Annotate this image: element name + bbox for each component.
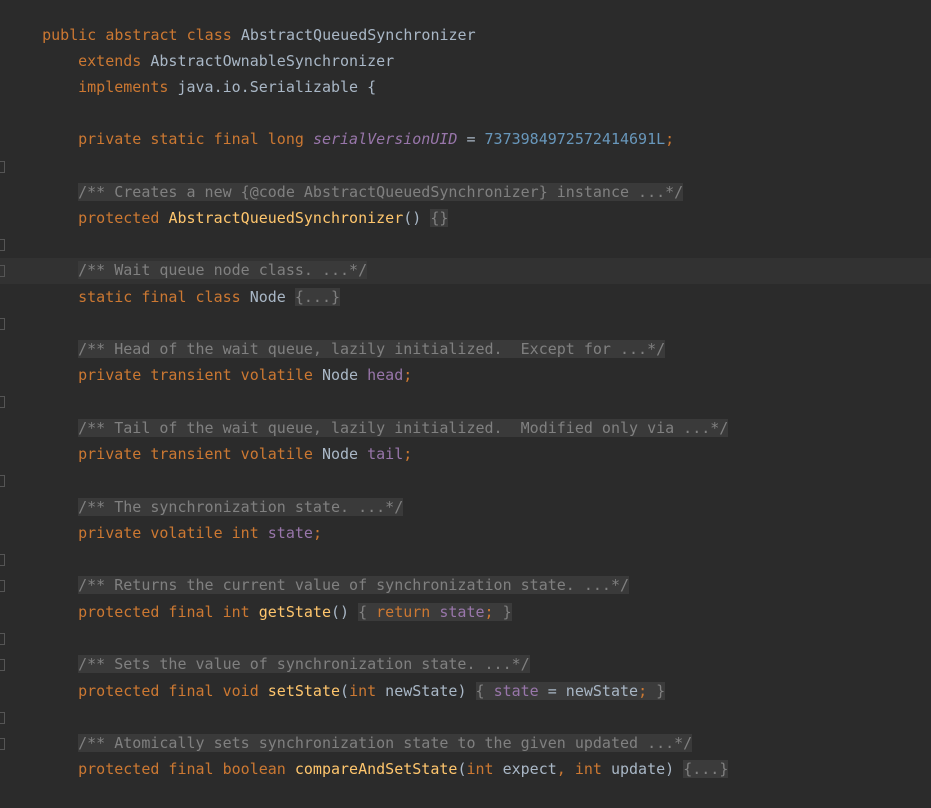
paren-close: ) [665, 760, 684, 778]
code-line-comment[interactable]: /** Head of the wait queue, lazily initi… [42, 310, 666, 358]
code-line-implements[interactable]: implements java.io.Serializable { [42, 48, 376, 96]
keyword: private volatile int [78, 524, 259, 542]
fold-marker-icon[interactable] [0, 318, 5, 330]
class-name: Node [249, 288, 286, 306]
fold-marker-icon[interactable] [0, 633, 5, 645]
method-name: getState [258, 603, 331, 621]
field-name: serialVersionUID [312, 130, 458, 148]
code-line-comment[interactable]: /** Creates a new {@code AbstractQueuedS… [42, 153, 684, 201]
semicolon: ; [665, 130, 675, 148]
fold-marker-icon[interactable] [0, 161, 5, 173]
semicolon: ; [484, 603, 494, 621]
code-line-comment[interactable]: /** The synchronization state. ...*/ [42, 468, 404, 516]
field-name: state [493, 682, 539, 700]
code-line-head-field[interactable]: private transient volatile Node head; [42, 336, 412, 384]
fold-marker-icon[interactable] [0, 554, 5, 566]
code-line-extends[interactable]: extends AbstractOwnableSynchronizer [42, 22, 394, 70]
field-name: state [267, 524, 313, 542]
semicolon: ; [403, 366, 413, 384]
fold-marker-icon[interactable] [0, 239, 5, 251]
code-line-comment[interactable]: /** Atomically sets synchronization stat… [42, 704, 693, 752]
code-line-comment[interactable]: /** Sets the value of synchronization st… [42, 625, 530, 673]
code-line-get-state[interactable]: protected final int getState() { return … [42, 573, 512, 621]
semicolon: ; [403, 445, 413, 463]
semicolon: ; [312, 524, 322, 542]
code-line-class-declaration[interactable]: public abstract class AbstractQueuedSync… [6, 0, 476, 44]
param-name: newState [376, 682, 458, 700]
code-line-constructor[interactable]: protected AbstractQueuedSynchronizer() {… [42, 179, 449, 227]
code-line-comment[interactable]: /** Wait queue node class. ...*/ [42, 231, 368, 279]
keyword: private static final long [78, 130, 304, 148]
fold-marker-icon[interactable] [0, 475, 5, 487]
folded-body[interactable]: { return state; } [358, 603, 512, 621]
folded-body[interactable]: {...} [683, 760, 729, 778]
param-type: int [349, 682, 377, 700]
fold-marker-icon[interactable] [0, 580, 5, 592]
brace-open: { [358, 603, 377, 621]
code-line-comment[interactable]: /** Tail of the wait queue, lazily initi… [42, 389, 729, 437]
semicolon: ; [638, 682, 648, 700]
method-name: AbstractQueuedSynchronizer [168, 209, 404, 227]
keyword: protected final int [78, 603, 250, 621]
fold-marker-icon[interactable] [0, 396, 5, 408]
folded-body[interactable]: {} [430, 209, 449, 227]
keyword: static final class [78, 288, 241, 306]
paren-open: ( [340, 682, 350, 700]
method-name: compareAndSetState [294, 760, 458, 778]
fold-marker-icon[interactable] [0, 659, 5, 671]
folded-body[interactable]: {...} [294, 288, 341, 306]
operator: = [457, 130, 485, 148]
keyword: protected final void [78, 682, 259, 700]
field-name: tail [367, 445, 404, 463]
keyword: private transient volatile [78, 366, 313, 384]
param-name: update [601, 760, 666, 778]
folded-body[interactable]: { state = newState; } [475, 682, 666, 700]
keyword: implements [78, 78, 169, 96]
param-type: int [466, 760, 494, 778]
keyword: protected [78, 209, 160, 227]
code-line-set-state[interactable]: protected final void setState(int newSta… [42, 652, 666, 700]
fold-marker-icon[interactable] [0, 265, 5, 277]
keyword: protected final boolean [78, 760, 286, 778]
parens: () [403, 209, 431, 227]
fold-marker-icon[interactable] [0, 712, 5, 724]
code-line-node-class[interactable]: static final class Node {...} [42, 258, 341, 306]
method-name: setState [267, 682, 341, 700]
code-line-comment[interactable]: /** Returns the current value of synchro… [42, 546, 630, 594]
parens: () [331, 603, 359, 621]
brace-close: } [493, 603, 512, 621]
field-name: head [367, 366, 404, 384]
param-type: int [574, 760, 602, 778]
type-name: Node [321, 366, 359, 384]
field-name: state [439, 603, 485, 621]
brace-close: } [647, 682, 666, 700]
brace-open: { [475, 682, 494, 700]
comma: , [556, 760, 575, 778]
assignment: = newState [538, 682, 639, 700]
keyword: private transient volatile [78, 445, 313, 463]
interface-name: java.io.Serializable { [177, 78, 377, 96]
paren-close: ) [457, 682, 476, 700]
type-name: Node [321, 445, 359, 463]
number-literal: 7373984972572414691L [484, 130, 666, 148]
code-line-state-field[interactable]: private volatile int state; [42, 494, 322, 542]
keyword: return [376, 603, 431, 621]
param-name: expect [493, 760, 557, 778]
code-editor[interactable]: public abstract class AbstractQueuedSync… [0, 0, 931, 778]
code-line-tail-field[interactable]: private transient volatile Node tail; [42, 415, 412, 463]
fold-marker-icon[interactable] [0, 738, 5, 750]
code-line-compare-and-set[interactable]: protected final boolean compareAndSetSta… [42, 730, 729, 778]
code-line-serial-version[interactable]: private static final long serialVersionU… [42, 100, 674, 148]
